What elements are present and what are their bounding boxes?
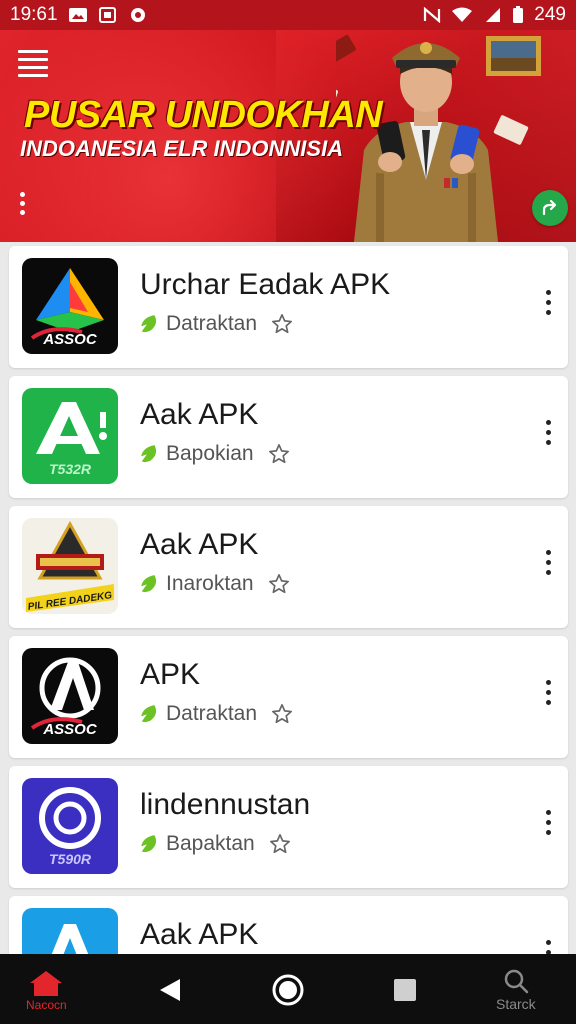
star-icon[interactable] — [268, 443, 290, 465]
app-icon-prism-assoc: ASSOC — [22, 258, 118, 354]
search-icon — [504, 969, 529, 994]
hamburger-menu-button[interactable] — [18, 50, 48, 77]
nav-back-button[interactable] — [158, 978, 182, 1002]
app-category: Bapaktan — [166, 832, 255, 855]
app-name: Aak APK — [140, 918, 259, 951]
app-meta: Bapokian — [140, 442, 290, 466]
verified-leaf-icon — [141, 315, 157, 333]
more-options-icon[interactable] — [540, 290, 556, 324]
more-options-icon[interactable] — [540, 420, 556, 454]
app-icon-black-a-assoc: ASSOC — [22, 648, 118, 744]
banner-more-icon[interactable] — [18, 192, 26, 218]
star-icon[interactable] — [271, 703, 293, 725]
app-meta: Bapaktan — [140, 832, 291, 856]
app-category: Inaroktan — [166, 572, 254, 595]
more-options-icon[interactable] — [540, 680, 556, 714]
verified-leaf-icon — [141, 575, 157, 593]
app-name: lindennustan — [140, 788, 311, 821]
nav-recents-button[interactable] — [393, 978, 417, 1002]
app-meta: Datraktan — [140, 312, 293, 336]
status-bar: 19:61 249 — [0, 0, 576, 30]
app-icon-label: ASSOC — [42, 721, 98, 738]
signal-icon — [486, 8, 501, 22]
verified-leaf-icon — [141, 705, 157, 723]
image-notification-icon — [68, 8, 87, 22]
nav-search-label: Starck — [496, 996, 536, 1012]
nav-home[interactable]: Nacocn — [26, 970, 67, 1012]
promo-banner[interactable]: PUSAR UNDOKHAN INDOANESIA ELR INDONNISIA — [0, 30, 576, 242]
app-notification-icon — [98, 7, 116, 23]
list-item[interactable]: Aak APK — [9, 896, 568, 954]
wifi-icon — [452, 7, 473, 22]
app-icon-label: ASSOC — [42, 331, 98, 348]
home-circle-icon — [272, 974, 304, 1006]
recents-square-icon — [394, 979, 416, 1001]
nav-home-label: Nacocn — [26, 998, 67, 1012]
app-list[interactable]: ASSOC Urchar Eadak APK Datraktan T532R A… — [0, 242, 576, 954]
app-icon-label: T532R — [49, 461, 92, 477]
status-time: 19:61 — [10, 4, 58, 25]
nav-search[interactable]: Starck — [496, 968, 536, 1012]
app-category: Datraktan — [166, 312, 258, 335]
star-icon[interactable] — [271, 313, 293, 335]
list-item[interactable]: ASSOC Urchar Eadak APK Datraktan — [9, 246, 568, 368]
verified-leaf-icon — [141, 445, 157, 463]
verified-leaf-icon — [141, 835, 157, 853]
bottom-navigation-bar: Nacocn Starck — [0, 954, 576, 1024]
app-icon-green-a: T532R — [22, 388, 118, 484]
share-button[interactable] — [532, 190, 568, 226]
back-icon — [160, 979, 180, 1001]
app-category: Bapokian — [166, 442, 254, 465]
home-icon — [30, 971, 63, 996]
app-name: Aak APK — [140, 398, 259, 431]
list-item[interactable]: T590R lindennustan Bapaktan — [9, 766, 568, 888]
list-item[interactable]: T532R Aak APK Bapokian — [9, 376, 568, 498]
banner-title: PUSAR UNDOKHAN — [24, 94, 383, 136]
app-icon-blue-ring: T590R — [22, 778, 118, 874]
nav-home-button[interactable] — [271, 973, 305, 1007]
battery-level: 249 — [534, 4, 566, 25]
app-meta: Inaroktan — [140, 572, 290, 596]
app-category: Datraktan — [166, 702, 258, 725]
battery-icon — [513, 6, 524, 23]
app-icon-gold-emblem: PIL REE DADEKG — [22, 518, 118, 614]
share-icon — [542, 199, 557, 216]
app-name: Urchar Eadak APK — [140, 268, 391, 301]
more-options-icon[interactable] — [540, 550, 556, 584]
banner-subtitle: INDOANESIA ELR INDONNISIA — [20, 136, 344, 161]
app-icon-label: T590R — [49, 851, 92, 867]
star-icon[interactable] — [269, 833, 291, 855]
app-name: APK — [140, 658, 201, 691]
list-item[interactable]: PIL REE DADEKG Aak APK Inaroktan — [9, 506, 568, 628]
nfc-icon — [424, 7, 441, 23]
app-name: Aak APK — [140, 528, 259, 561]
star-icon[interactable] — [268, 573, 290, 595]
app-meta: Datraktan — [140, 702, 293, 726]
list-item[interactable]: ASSOC APK Datraktan — [9, 636, 568, 758]
app-icon-cyan-a — [22, 908, 118, 954]
more-options-icon[interactable] — [540, 810, 556, 844]
more-options-icon[interactable] — [540, 940, 556, 954]
circle-notification-icon — [130, 8, 145, 22]
